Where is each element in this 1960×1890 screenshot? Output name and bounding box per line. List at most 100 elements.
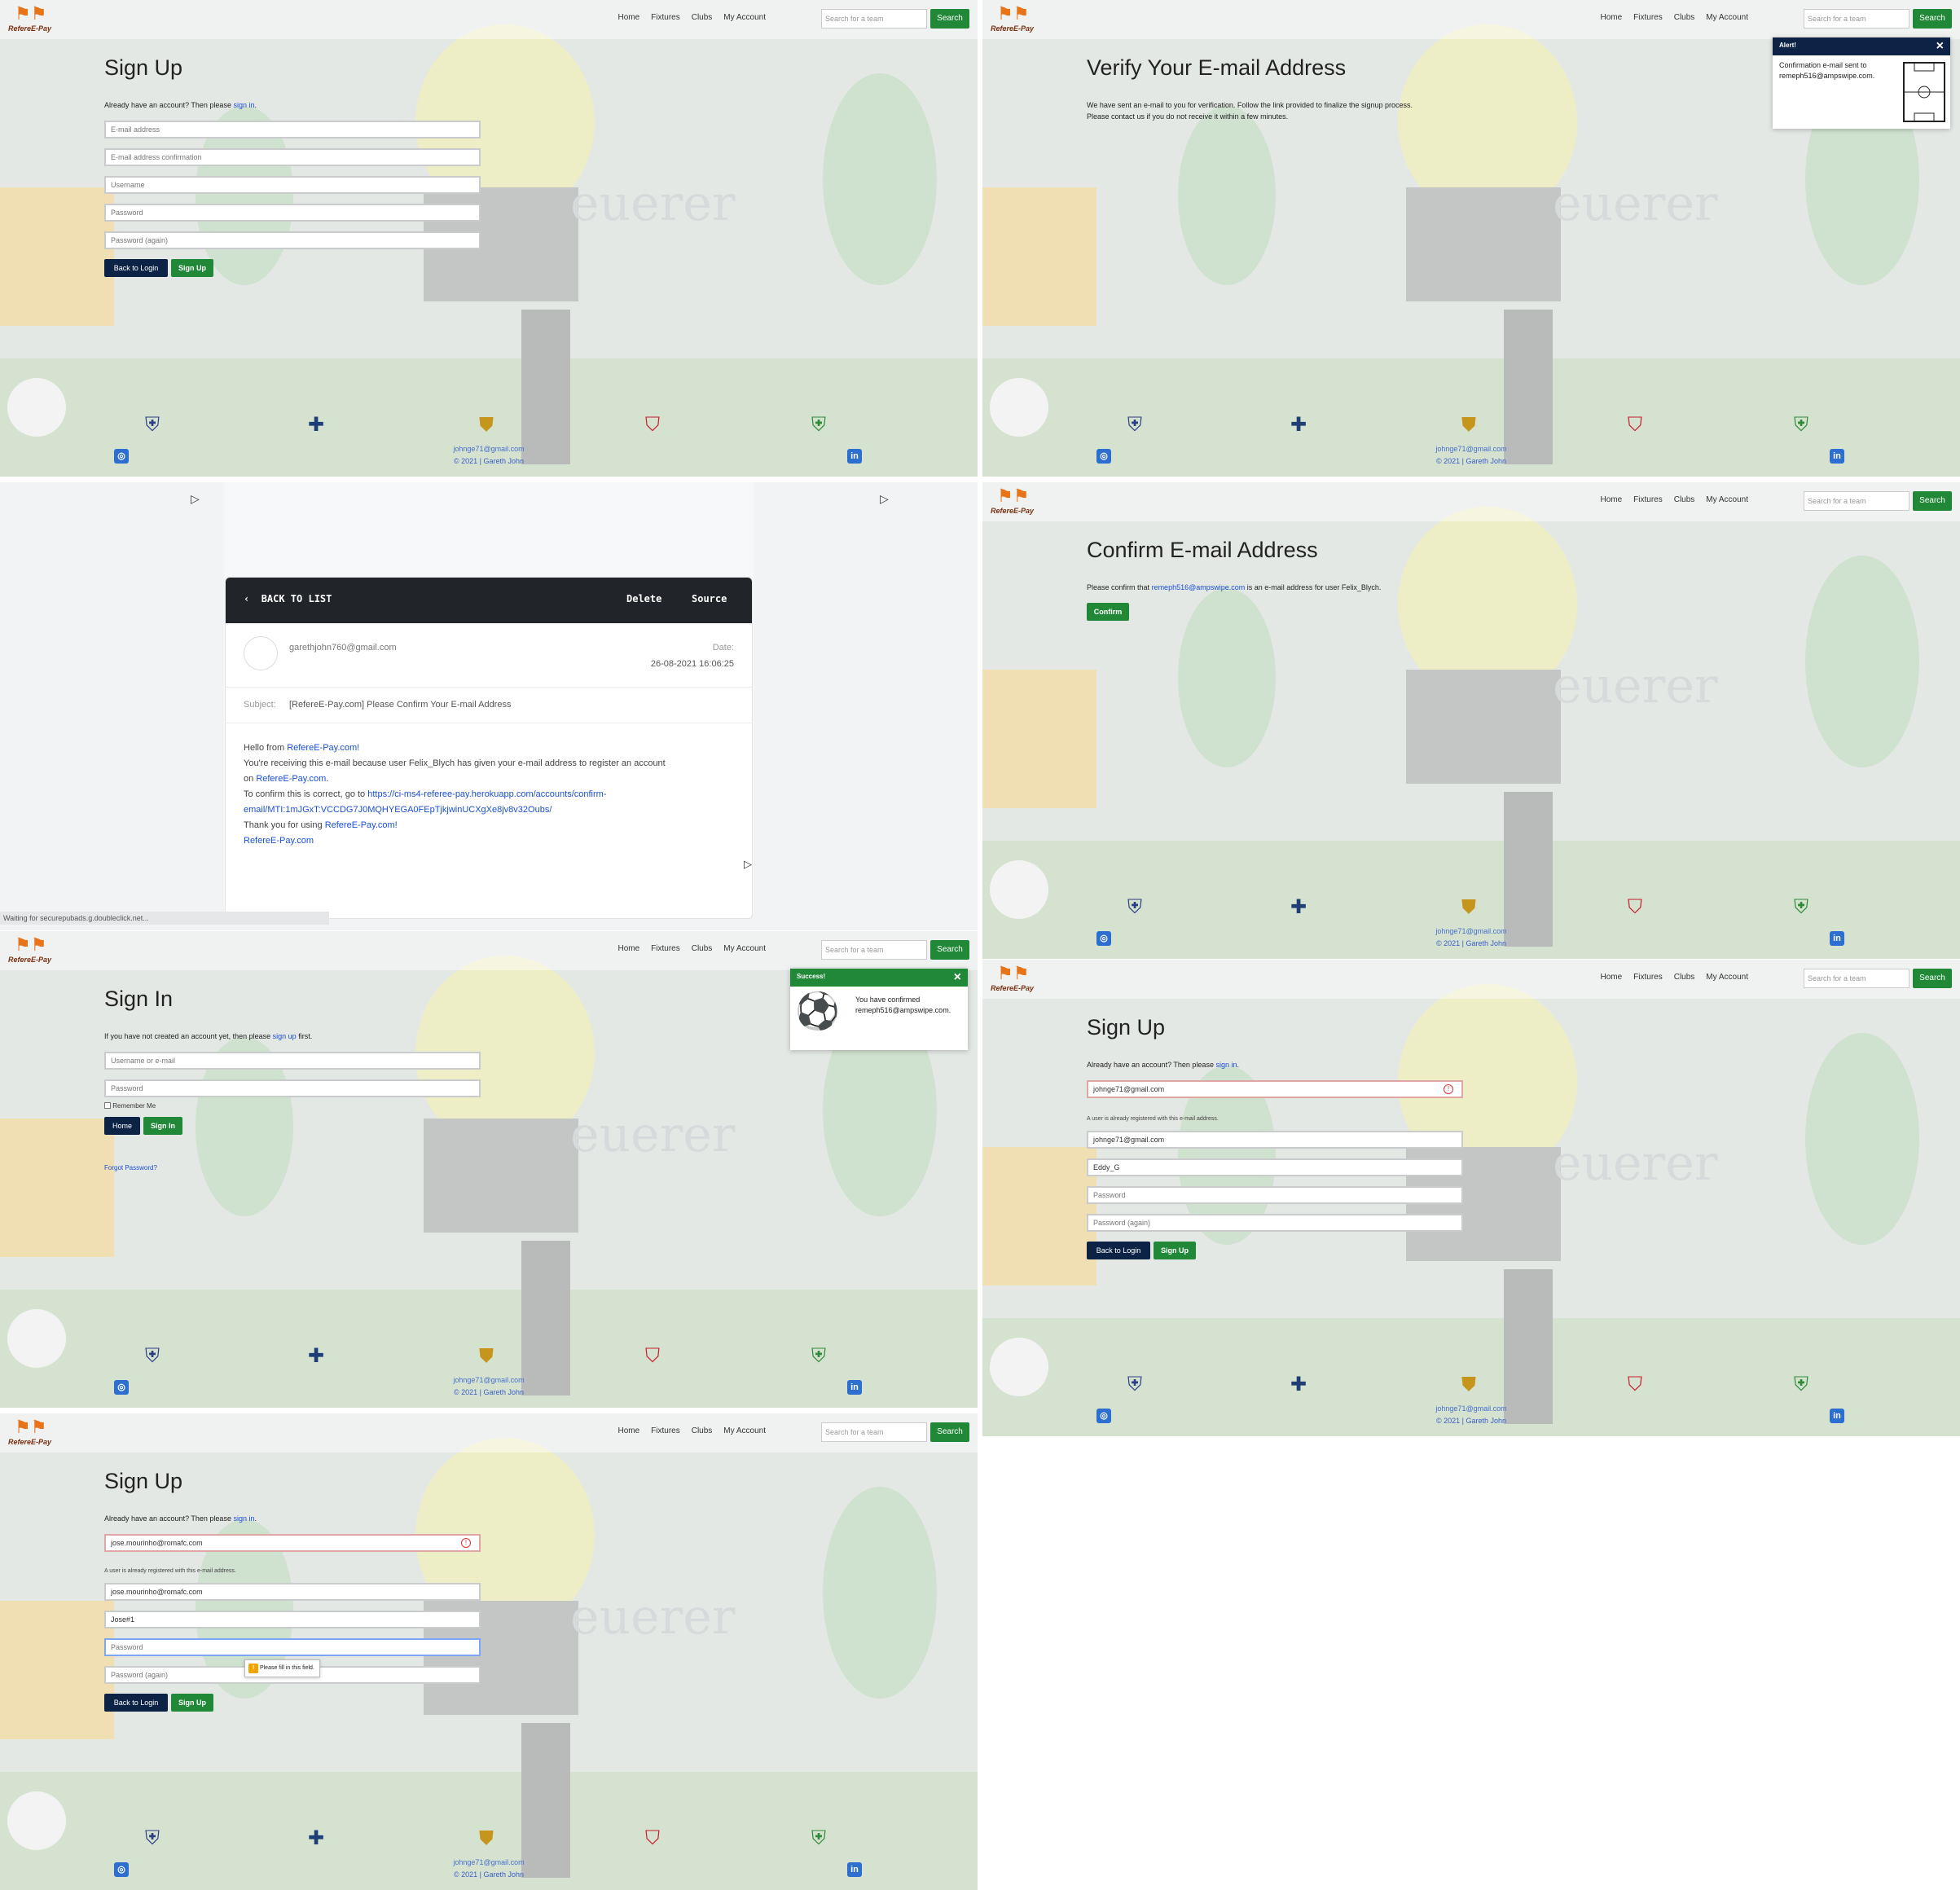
username-field[interactable]: Username or e-mail <box>104 1052 481 1070</box>
instagram-icon[interactable]: ◎ <box>114 449 129 464</box>
brand-logo[interactable]: ⚑⚑ RefereE-Pay <box>8 1418 57 1448</box>
email-confirm-field[interactable]: E-mail address confirmation <box>104 148 481 166</box>
remember-me[interactable]: Remember Me <box>104 1102 156 1110</box>
footer-email[interactable]: johnge71@gmail.com <box>982 927 1960 935</box>
site-link[interactable]: RefereE-Pay.com. <box>256 774 328 784</box>
search-input[interactable]: Search for a team <box>821 1422 927 1442</box>
signup-link[interactable]: sign up <box>273 1032 297 1040</box>
forgot-password-link[interactable]: Forgot Password? <box>104 1164 157 1171</box>
linkedin-icon[interactable]: in <box>1830 1409 1844 1423</box>
brand-logo[interactable]: ⚑⚑ RefereE-Pay <box>991 487 1039 516</box>
instagram-icon[interactable]: ◎ <box>1096 931 1111 946</box>
password-again-field[interactable]: Password (again) <box>104 231 481 249</box>
brand-logo[interactable]: ⚑⚑ RefereE-Pay <box>991 5 1039 34</box>
site-link[interactable]: RefereE-Pay.com! <box>325 820 398 830</box>
nav-account[interactable]: My Account <box>723 1426 766 1435</box>
email-confirm-field[interactable]: johnge71@gmail.com <box>1087 1131 1463 1149</box>
search-button[interactable]: Search <box>930 940 969 960</box>
email-field[interactable]: E-mail address <box>104 121 481 138</box>
footer-email[interactable]: johnge71@gmail.com <box>0 1376 978 1384</box>
brand-logo[interactable]: ⚑⚑ RefereE-Pay <box>8 936 57 965</box>
nav-clubs[interactable]: Clubs <box>1674 495 1695 504</box>
nav-fixtures[interactable]: Fixtures <box>1633 13 1663 22</box>
nav-clubs[interactable]: Clubs <box>692 944 713 953</box>
footer-email[interactable]: johnge71@gmail.com <box>982 1404 1960 1413</box>
nav-clubs[interactable]: Clubs <box>1674 973 1695 982</box>
email-field[interactable]: johnge71@gmail.com! <box>1087 1080 1463 1098</box>
nav-fixtures[interactable]: Fixtures <box>1633 495 1663 504</box>
back-to-login-button[interactable]: Back to Login <box>104 259 168 277</box>
search-button[interactable]: Search <box>1913 9 1952 29</box>
instagram-icon[interactable]: ◎ <box>1096 449 1111 464</box>
search-input[interactable]: Search for a team <box>821 9 927 29</box>
nav-fixtures[interactable]: Fixtures <box>651 13 680 22</box>
brand-logo[interactable]: ⚑⚑ RefereE-Pay <box>991 965 1039 994</box>
nav-home[interactable]: Home <box>1600 13 1622 22</box>
back-to-login-button[interactable]: Back to Login <box>104 1694 168 1712</box>
source-button[interactable]: Source <box>692 593 727 604</box>
search-button[interactable]: Search <box>1913 491 1952 511</box>
signin-link[interactable]: sign in <box>233 1514 254 1523</box>
search-button[interactable]: Search <box>930 1422 969 1442</box>
password-field[interactable]: Password <box>104 1638 481 1656</box>
brand-logo[interactable]: ⚑⚑ RefereE-Pay <box>8 5 57 34</box>
nav-account[interactable]: My Account <box>1706 495 1748 504</box>
username-field[interactable]: Username <box>104 176 481 194</box>
footer-email[interactable]: johnge71@gmail.com <box>0 445 978 453</box>
play-icon[interactable]: ▷ <box>744 858 752 871</box>
password-field[interactable]: Password <box>104 1079 481 1097</box>
instagram-icon[interactable]: ◎ <box>114 1380 129 1395</box>
email-confirm-field[interactable]: jose.mourinho@romafc.com <box>104 1583 481 1601</box>
nav-clubs[interactable]: Clubs <box>1674 13 1695 22</box>
signup-button[interactable]: Sign Up <box>171 1694 213 1712</box>
linkedin-icon[interactable]: in <box>1830 931 1844 946</box>
remember-checkbox[interactable] <box>104 1102 111 1109</box>
delete-button[interactable]: Delete <box>626 593 661 604</box>
password-again-field[interactable]: Password (again) <box>1087 1214 1463 1232</box>
nav-clubs[interactable]: Clubs <box>692 13 713 22</box>
confirm-button[interactable]: Confirm <box>1087 603 1129 621</box>
nav-clubs[interactable]: Clubs <box>692 1426 713 1435</box>
search-input[interactable]: Search for a team <box>1804 969 1909 988</box>
username-field[interactable]: Eddy_G <box>1087 1158 1463 1176</box>
signin-button[interactable]: Sign In <box>143 1117 182 1135</box>
nav-account[interactable]: My Account <box>1706 13 1748 22</box>
signin-link[interactable]: sign in <box>233 101 254 109</box>
search-input[interactable]: Search for a team <box>1804 9 1909 29</box>
close-icon[interactable]: × <box>1936 39 1944 54</box>
linkedin-icon[interactable]: in <box>1830 449 1844 464</box>
nav-home[interactable]: Home <box>617 1426 639 1435</box>
username-field[interactable]: Jose#1 <box>104 1611 481 1628</box>
linkedin-icon[interactable]: in <box>847 1380 862 1395</box>
signature-link[interactable]: RefereE-Pay.com <box>244 833 732 849</box>
nav-account[interactable]: My Account <box>723 13 766 22</box>
password-field[interactable]: Password <box>1087 1186 1463 1204</box>
back-to-login-button[interactable]: Back to Login <box>1087 1242 1150 1259</box>
linkedin-icon[interactable]: in <box>847 449 862 464</box>
confirm-link-cont[interactable]: email/MTI:1mJGxT:VCCDG7J0MQHYEGA0FEpTjkj… <box>244 802 732 818</box>
nav-home[interactable]: Home <box>1600 495 1622 504</box>
nav-account[interactable]: My Account <box>723 944 766 953</box>
password-field[interactable]: Password <box>104 204 481 222</box>
site-link[interactable]: RefereE-Pay.com! <box>287 743 359 753</box>
nav-fixtures[interactable]: Fixtures <box>1633 973 1663 982</box>
nav-fixtures[interactable]: Fixtures <box>651 1426 680 1435</box>
signin-link[interactable]: sign in <box>1215 1061 1237 1069</box>
footer-email[interactable]: johnge71@gmail.com <box>982 445 1960 453</box>
play-icon[interactable]: ▷ <box>880 492 889 506</box>
home-button[interactable]: Home <box>104 1117 140 1135</box>
search-button[interactable]: Search <box>930 9 969 29</box>
instagram-icon[interactable]: ◎ <box>114 1862 129 1877</box>
search-input[interactable]: Search for a team <box>821 940 927 960</box>
nav-fixtures[interactable]: Fixtures <box>651 944 680 953</box>
play-icon[interactable]: ▷ <box>191 492 200 506</box>
linkedin-icon[interactable]: in <box>847 1862 862 1877</box>
instagram-icon[interactable]: ◎ <box>1096 1409 1111 1423</box>
email-link[interactable]: remeph516@ampswipe.com <box>1152 583 1246 591</box>
search-button[interactable]: Search <box>1913 969 1952 988</box>
close-icon[interactable]: × <box>954 970 961 985</box>
search-input[interactable]: Search for a team <box>1804 491 1909 511</box>
nav-home[interactable]: Home <box>1600 973 1622 982</box>
email-field[interactable]: jose.mourinho@romafc.com! <box>104 1534 481 1552</box>
nav-account[interactable]: My Account <box>1706 973 1748 982</box>
